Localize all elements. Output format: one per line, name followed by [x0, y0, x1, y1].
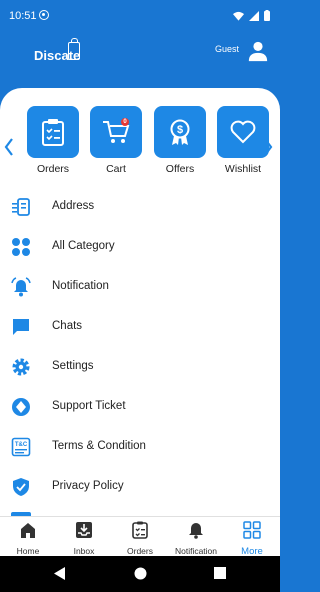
nav-label: Orders — [127, 546, 153, 556]
menu-item-label: Notification — [52, 280, 109, 292]
inbox-icon — [76, 522, 92, 538]
app-logo[interactable]: Discate — [34, 38, 80, 63]
menu-item-notification[interactable]: Notification — [0, 268, 280, 308]
menu-item-all-category[interactable]: All Category — [0, 228, 280, 268]
menu-item-chats[interactable]: Chats — [0, 308, 280, 348]
status-time: 10:51 — [9, 10, 37, 22]
user-label[interactable]: Guest — [215, 44, 239, 54]
back-icon[interactable] — [54, 567, 66, 580]
shield-icon — [13, 478, 29, 496]
shopping-bag-icon — [68, 38, 80, 60]
nav-more[interactable]: More — [224, 521, 280, 557]
status-bar: 10:51 — [0, 0, 280, 36]
support-icon — [12, 398, 30, 416]
offer-badge-icon: $ — [170, 119, 190, 145]
bell-icon — [11, 277, 31, 297]
cart-badge: 0 — [121, 118, 129, 126]
gear-icon — [12, 358, 30, 376]
nav-home[interactable]: Home — [0, 521, 56, 556]
bell-icon — [189, 523, 203, 539]
menu-item-partial — [0, 508, 280, 516]
heart-icon — [230, 120, 256, 144]
nav-orders[interactable]: Orders — [112, 521, 168, 556]
menu-item-privacy-policy[interactable]: Privacy Policy — [0, 468, 280, 508]
menu-item-address[interactable]: Address — [0, 188, 280, 228]
more-panel: Orders 0 Cart $ Offers Wishlist Address … — [0, 88, 280, 530]
nav-inbox[interactable]: Inbox — [56, 521, 112, 556]
menu-item-label: Address — [52, 200, 95, 212]
clipboard-icon — [42, 119, 64, 146]
menu-item-settings[interactable]: Settings — [0, 348, 280, 388]
menu-item-label: Support Ticket — [52, 400, 126, 412]
svg-text:$: $ — [177, 124, 183, 136]
signal-icon — [249, 10, 259, 21]
menu-item-label: All Category — [52, 240, 115, 252]
notification-status-icon — [39, 10, 49, 20]
battery-icon — [264, 10, 270, 21]
svg-text:T&C: T&C — [15, 442, 28, 448]
app-header: Discate Guest — [0, 36, 280, 92]
nav-label: Notification — [174, 546, 218, 556]
quick-actions: Orders 0 Cart $ Offers Wishlist — [0, 106, 280, 180]
nav-label: Inbox — [73, 546, 95, 556]
user-avatar-icon[interactable] — [247, 40, 269, 62]
tile-label: Wishlist — [224, 163, 262, 175]
grid-icon — [12, 238, 30, 256]
wifi-icon — [233, 11, 244, 21]
home-icon — [21, 523, 35, 538]
nav-notification[interactable]: Notification — [168, 521, 224, 556]
terms-icon: T&C — [11, 437, 31, 457]
chat-icon — [13, 319, 29, 335]
orders-icon — [132, 521, 148, 539]
menu-item-support-ticket[interactable]: Support Ticket — [0, 388, 280, 428]
menu-item-label: Privacy Policy — [52, 480, 124, 492]
bottom-navigation: Home Inbox Orders Notification More — [0, 516, 280, 557]
recents-icon[interactable] — [214, 567, 226, 579]
system-navigation-bar — [0, 556, 280, 592]
system-icons — [233, 10, 270, 21]
menu-item-label: Chats — [52, 320, 83, 332]
home-button-icon[interactable] — [134, 567, 147, 580]
more-grid-icon — [243, 521, 261, 539]
chevron-right-icon[interactable] — [263, 136, 273, 158]
menu-item-label: Settings — [52, 360, 94, 372]
menu-item-label: Terms & Condition — [52, 440, 146, 452]
nav-label: Home — [16, 546, 40, 556]
menu-item-terms[interactable]: T&C Terms & Condition — [0, 428, 280, 468]
address-icon — [12, 198, 30, 216]
